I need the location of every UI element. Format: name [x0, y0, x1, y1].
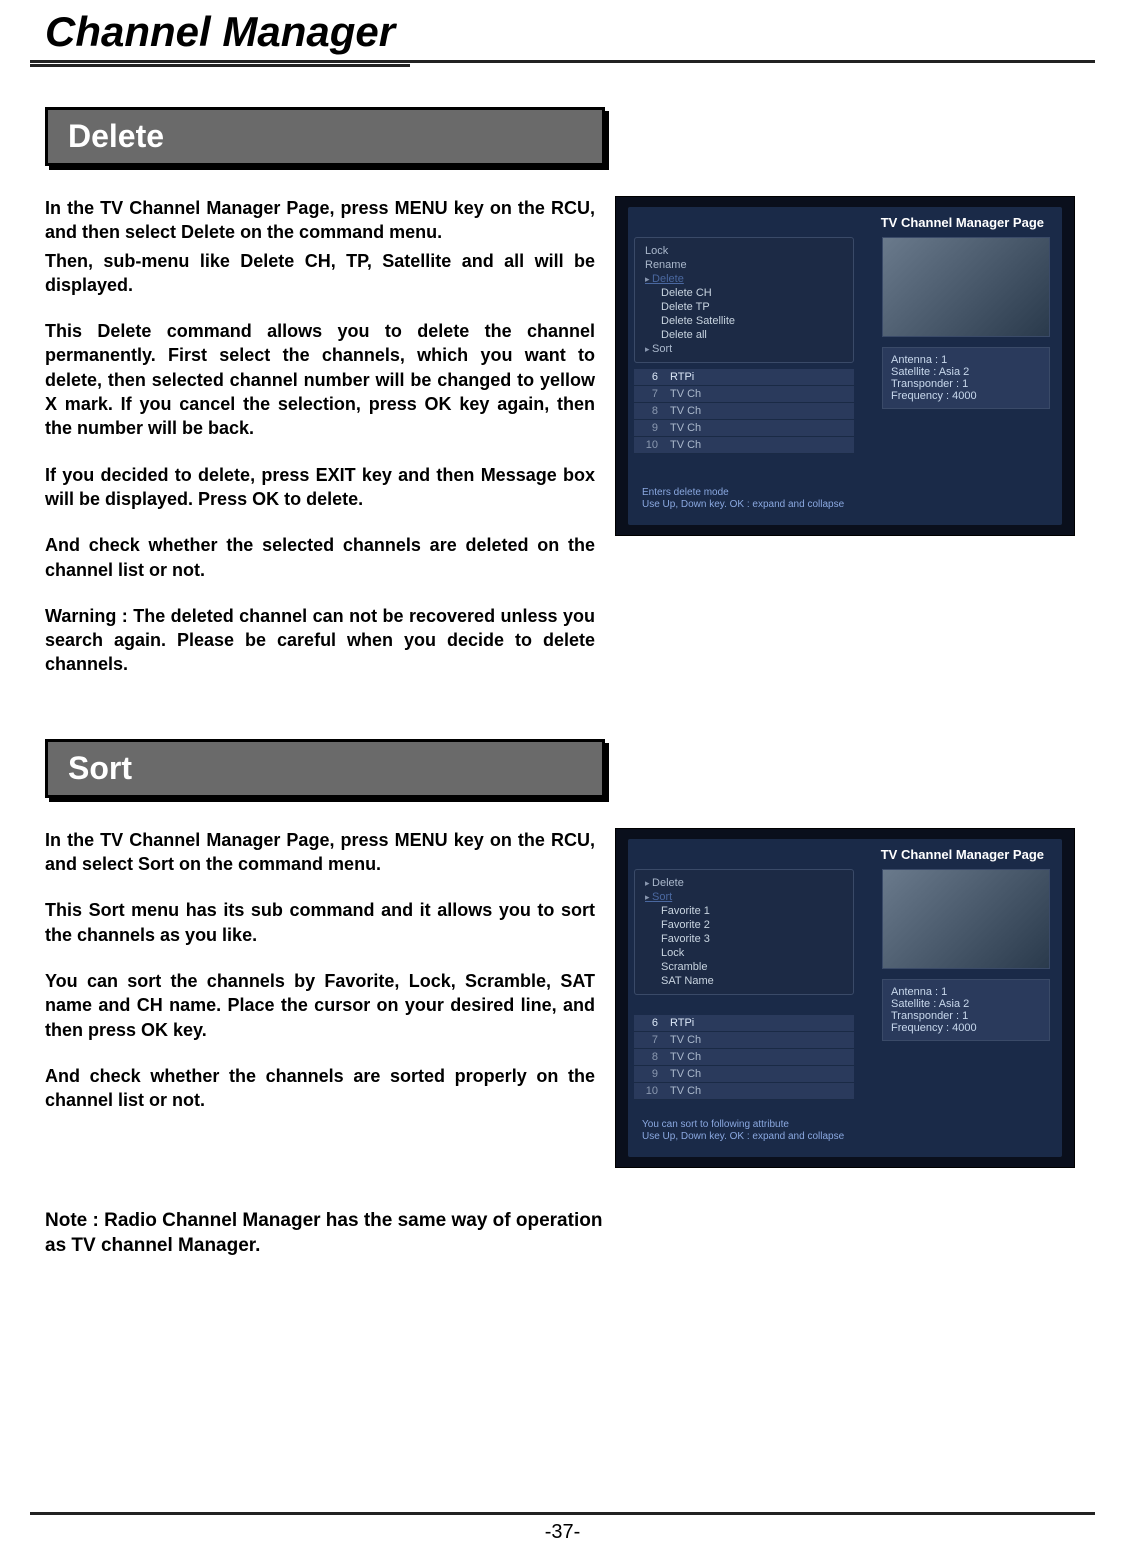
- video-preview: [882, 869, 1050, 969]
- delete-p5: And check whether the selected channels …: [45, 533, 595, 582]
- channel-row: 6RTPi: [634, 369, 854, 386]
- info-line: Frequency : 4000: [891, 1022, 1041, 1034]
- submenu-item: Scramble: [635, 960, 853, 974]
- delete-p1: In the TV Channel Manager Page, press ME…: [45, 196, 595, 245]
- channel-row: 7TV Ch: [634, 1032, 854, 1049]
- delete-menu-panel: Lock Rename Delete Delete CH Delete TP D…: [634, 237, 854, 363]
- info-line: Antenna : 1: [891, 986, 1041, 998]
- status-line: Use Up, Down key. OK : expand and collap…: [642, 1131, 1042, 1143]
- info-line: Transponder : 1: [891, 1010, 1041, 1022]
- sort-p2: This Sort menu has its sub command and i…: [45, 898, 595, 947]
- info-line: Antenna : 1: [891, 354, 1041, 366]
- delete-p3: This Delete command allows you to delete…: [45, 319, 595, 440]
- menu-item: Lock: [635, 244, 853, 258]
- section-header-delete: Delete: [45, 107, 605, 166]
- channel-list: 6RTPi 7TV Ch 8TV Ch 9TV Ch 10TV Ch: [634, 1015, 854, 1100]
- channel-row: 7TV Ch: [634, 386, 854, 403]
- submenu-item: Favorite 3: [635, 932, 853, 946]
- channel-row: 9TV Ch: [634, 1066, 854, 1083]
- channel-row: 8TV Ch: [634, 403, 854, 420]
- tv-title: TV Channel Manager Page: [881, 847, 1044, 862]
- video-preview: [882, 237, 1050, 337]
- channel-row: 6RTPi: [634, 1015, 854, 1032]
- submenu-item: Delete CH: [635, 286, 853, 300]
- tv-screenshot-delete: TV Channel Manager Page Lock Rename Dele…: [615, 196, 1075, 536]
- sort-p4: And check whether the channels are sorte…: [45, 1064, 595, 1113]
- menu-item-selected: Sort: [635, 890, 853, 904]
- delete-body: In the TV Channel Manager Page, press ME…: [45, 196, 595, 699]
- status-line: Use Up, Down key. OK : expand and collap…: [642, 499, 1042, 511]
- status-line: Enters delete mode: [642, 487, 1042, 499]
- menu-item-selected: Delete: [635, 272, 853, 286]
- menu-item: Delete: [635, 876, 853, 890]
- menu-item: Rename: [635, 258, 853, 272]
- page-number: -37-: [545, 1521, 581, 1543]
- status-bar: You can sort to following attribute Use …: [634, 1115, 1050, 1147]
- status-line: You can sort to following attribute: [642, 1119, 1042, 1131]
- submenu-item: Delete all: [635, 328, 853, 342]
- channel-row: 9TV Ch: [634, 420, 854, 437]
- submenu-item: Lock: [635, 946, 853, 960]
- delete-p4: If you decided to delete, press EXIT key…: [45, 463, 595, 512]
- page-title: Channel Manager: [30, 8, 410, 67]
- info-panel: Antenna : 1 Satellite : Asia 2 Transpond…: [882, 347, 1050, 409]
- status-bar: Enters delete mode Use Up, Down key. OK …: [634, 483, 1050, 515]
- submenu-item: Delete TP: [635, 300, 853, 314]
- submenu-item: SAT Name: [635, 974, 853, 988]
- info-line: Satellite : Asia 2: [891, 366, 1041, 378]
- footer: -37-: [0, 1504, 1125, 1544]
- info-line: Frequency : 4000: [891, 390, 1041, 402]
- channel-row: 10TV Ch: [634, 1083, 854, 1100]
- channel-row: 10TV Ch: [634, 437, 854, 454]
- tv-title: TV Channel Manager Page: [881, 215, 1044, 230]
- channel-row: 8TV Ch: [634, 1049, 854, 1066]
- submenu-item: Favorite 2: [635, 918, 853, 932]
- sort-menu-panel: Delete Sort Favorite 1 Favorite 2 Favori…: [634, 869, 854, 995]
- submenu-item: Favorite 1: [635, 904, 853, 918]
- menu-item: Sort: [635, 342, 853, 356]
- info-panel: Antenna : 1 Satellite : Asia 2 Transpond…: [882, 979, 1050, 1041]
- delete-p2: Then, sub-menu like Delete CH, TP, Satel…: [45, 249, 595, 298]
- sort-p3: You can sort the channels by Favorite, L…: [45, 969, 595, 1042]
- delete-p6: Warning : The deleted channel can not be…: [45, 604, 595, 677]
- sort-p1: In the TV Channel Manager Page, press ME…: [45, 828, 595, 877]
- info-line: Satellite : Asia 2: [891, 998, 1041, 1010]
- section-header-sort: Sort: [45, 739, 605, 798]
- info-line: Transponder : 1: [891, 378, 1041, 390]
- channel-list: 6RTPi 7TV Ch 8TV Ch 9TV Ch 10TV Ch: [634, 369, 854, 454]
- tv-screenshot-sort: TV Channel Manager Page Delete Sort Favo…: [615, 828, 1075, 1168]
- submenu-item: Delete Satellite: [635, 314, 853, 328]
- sort-body: In the TV Channel Manager Page, press ME…: [45, 828, 595, 1135]
- footer-note: Note : Radio Channel Manager has the sam…: [45, 1208, 605, 1259]
